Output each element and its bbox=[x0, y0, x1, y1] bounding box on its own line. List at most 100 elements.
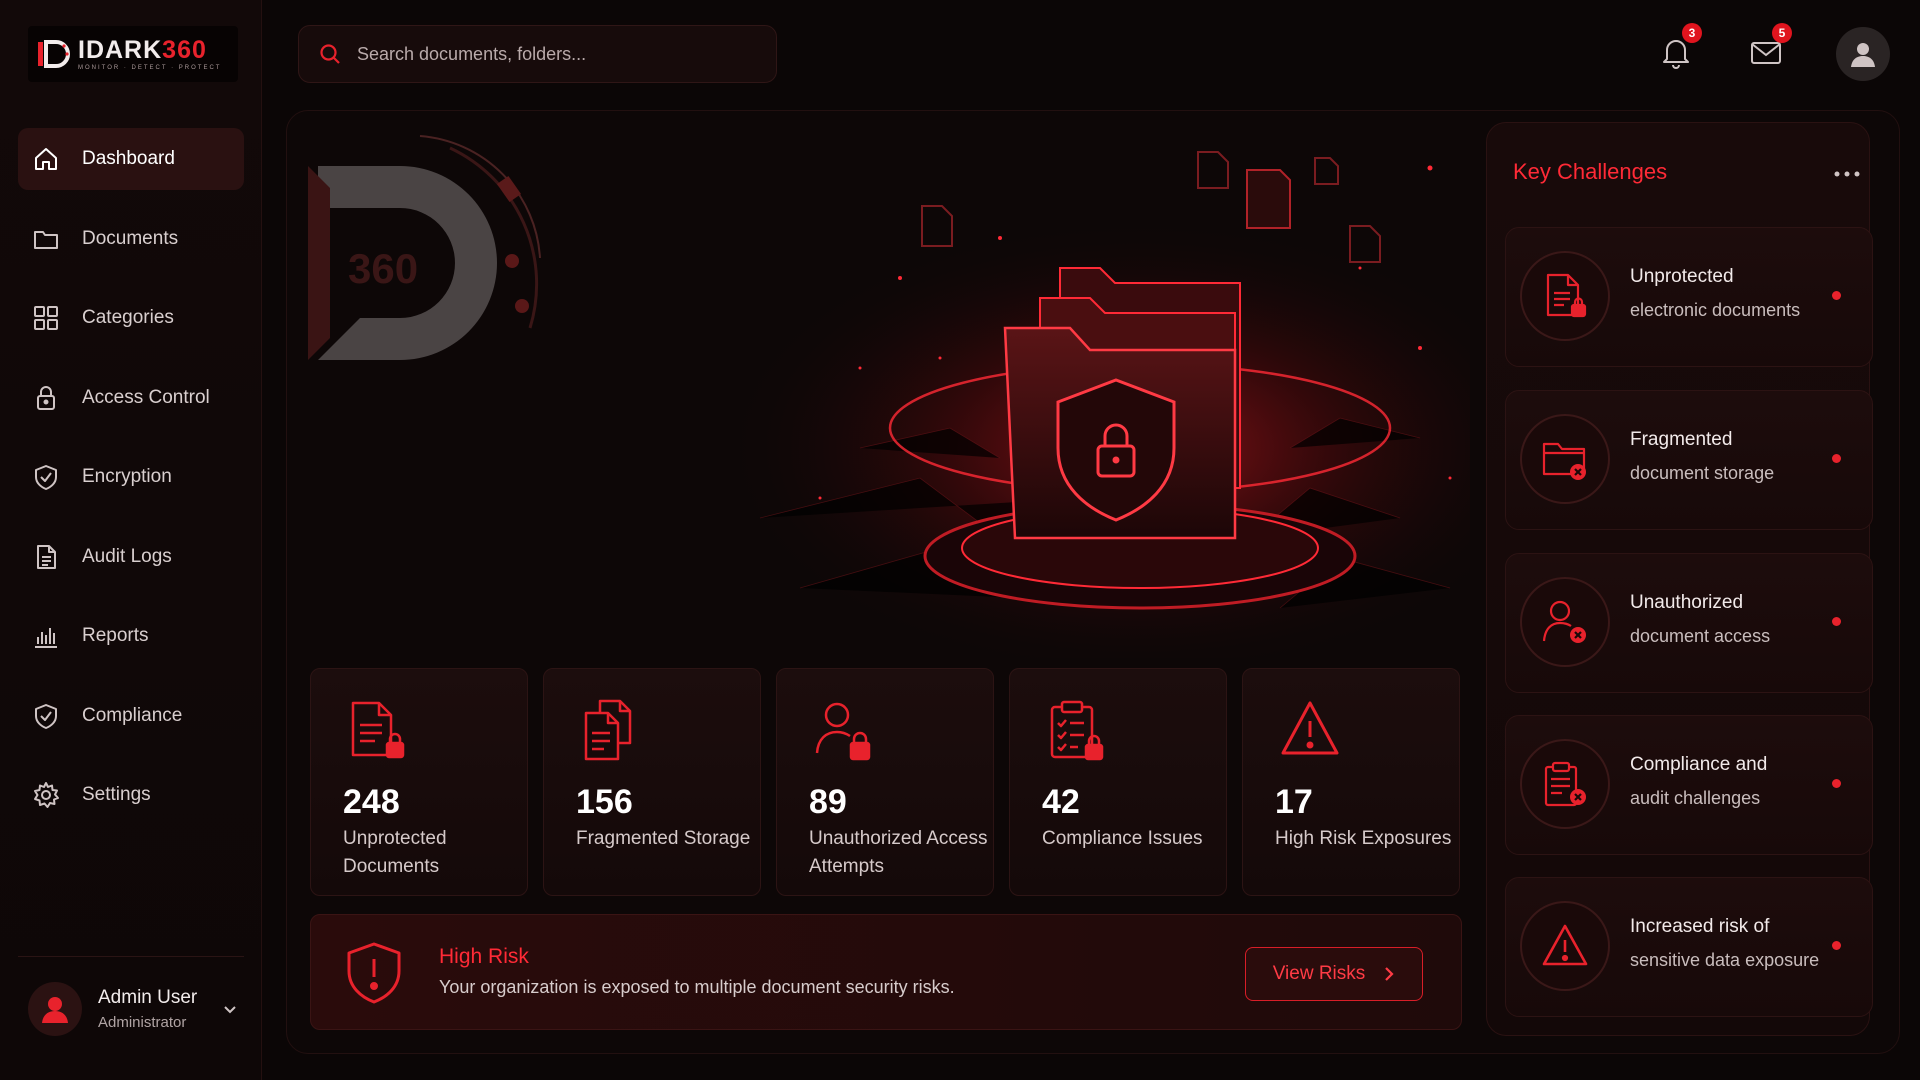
sidebar-item-label: Audit Logs bbox=[82, 545, 172, 567]
view-risks-label: View Risks bbox=[1272, 963, 1366, 984]
lock-icon bbox=[32, 384, 60, 412]
home-icon bbox=[32, 145, 60, 173]
hero-illustration: 360 bbox=[300, 118, 1470, 658]
risk-title: High Risk bbox=[439, 945, 529, 968]
user-name: Admin User bbox=[98, 987, 198, 1008]
challenge-item[interactable]: Unprotected electronic documents bbox=[1505, 227, 1873, 367]
challenge-item[interactable]: Compliance and audit challenges bbox=[1505, 715, 1873, 855]
user-lock-icon bbox=[815, 702, 871, 761]
warning-icon bbox=[1281, 701, 1339, 755]
status-dot bbox=[1832, 941, 1841, 950]
risk-alert-banner: High Risk Your organization is exposed t… bbox=[310, 914, 1462, 1030]
search-icon bbox=[320, 44, 340, 64]
sidebar: IDARK360 MONITOR · DETECT · PROTECT Dash… bbox=[0, 0, 262, 1080]
bar-chart-icon bbox=[32, 622, 60, 650]
stat-card-compliance[interactable]: 42 Compliance Issues bbox=[1009, 668, 1227, 896]
sidebar-item-access-control[interactable]: Access Control bbox=[18, 367, 244, 429]
folder-x-icon bbox=[1542, 442, 1586, 480]
status-dot bbox=[1832, 291, 1841, 300]
profile-avatar[interactable] bbox=[1836, 27, 1890, 81]
challenge-title: Compliance and bbox=[1630, 754, 1768, 775]
d360-brand-mark: 360 bbox=[308, 135, 541, 360]
more-options-icon[interactable] bbox=[1833, 169, 1861, 179]
challenge-subtitle: sensitive data exposure bbox=[1630, 950, 1820, 970]
sidebar-item-settings[interactable]: Settings bbox=[18, 764, 244, 826]
sidebar-item-audit-logs[interactable]: Audit Logs bbox=[18, 526, 244, 588]
stat-label: Compliance Issues bbox=[1042, 828, 1203, 849]
gear-icon bbox=[32, 781, 60, 809]
sidebar-item-label: Settings bbox=[82, 784, 151, 805]
sidebar-item-label: Encryption bbox=[82, 466, 172, 487]
stat-value: 17 bbox=[1275, 783, 1313, 821]
logo-text-accent: 360 bbox=[162, 36, 207, 64]
sidebar-item-compliance[interactable]: Compliance bbox=[18, 685, 244, 747]
sidebar-item-label: Reports bbox=[82, 625, 149, 646]
sidebar-divider bbox=[18, 956, 244, 957]
clipboard-x-icon bbox=[1544, 761, 1586, 807]
challenge-item[interactable]: Increased risk of sensitive data exposur… bbox=[1505, 877, 1873, 1017]
sidebar-item-label: Documents bbox=[82, 227, 179, 249]
sidebar-item-label: Compliance bbox=[82, 704, 183, 726]
app-logo[interactable]: IDARK360 MONITOR · DETECT · PROTECT bbox=[28, 26, 238, 82]
key-challenges-title: Key Challenges bbox=[1513, 159, 1668, 184]
stat-label: High Risk Exposures bbox=[1275, 828, 1452, 849]
stat-value: 89 bbox=[809, 783, 847, 821]
challenge-title: Unprotected bbox=[1630, 266, 1734, 287]
stat-card-unprotected[interactable]: 248 Unprotected Documents bbox=[310, 668, 528, 896]
sidebar-item-encryption[interactable]: Encryption bbox=[18, 446, 244, 508]
documents-stack-icon bbox=[584, 699, 632, 761]
sidebar-item-label: Access Control bbox=[82, 386, 210, 408]
user-avatar-icon bbox=[1851, 43, 1875, 67]
status-dot bbox=[1832, 617, 1841, 626]
grid-icon bbox=[32, 304, 60, 332]
challenge-title: Increased risk of bbox=[1630, 916, 1770, 937]
sidebar-item-label: Dashboard bbox=[82, 148, 175, 169]
search-bar[interactable] bbox=[298, 25, 777, 83]
stat-label: Fragmented Storage bbox=[576, 828, 751, 849]
stat-card-high-risk[interactable]: 17 High Risk Exposures bbox=[1242, 668, 1460, 896]
sidebar-nav: Dashboard Documents Categories Access Co… bbox=[18, 128, 244, 844]
messages-button[interactable]: 5 bbox=[1746, 23, 1792, 72]
challenge-title: Fragmented bbox=[1630, 429, 1733, 450]
stat-label: Unprotected Documents bbox=[343, 828, 447, 877]
challenge-icon bbox=[1520, 414, 1610, 504]
challenge-subtitle: audit challenges bbox=[1630, 788, 1761, 808]
messages-badge: 5 bbox=[1772, 23, 1792, 43]
view-risks-button[interactable]: View Risks bbox=[1245, 947, 1423, 1001]
warning-icon bbox=[1542, 924, 1588, 966]
challenge-title: Unauthorized bbox=[1630, 592, 1744, 613]
challenge-item[interactable]: Unauthorized document access bbox=[1505, 553, 1873, 693]
notifications-button[interactable]: 3 bbox=[1656, 23, 1702, 72]
key-challenges-panel: Key Challenges Unprotected electronic do… bbox=[1486, 122, 1873, 1036]
challenge-item[interactable]: Fragmented document storage bbox=[1505, 390, 1873, 530]
stat-value: 248 bbox=[343, 783, 400, 821]
clipboard-lock-icon bbox=[1050, 700, 1104, 761]
challenge-subtitle: electronic documents bbox=[1630, 300, 1801, 320]
user-x-icon bbox=[1542, 600, 1586, 643]
logo-text-primary: IDARK bbox=[78, 36, 163, 64]
user-icon bbox=[42, 997, 68, 1023]
status-dot bbox=[1832, 779, 1841, 788]
stat-card-unauthorized[interactable]: 89 Unauthorized Access Attempts bbox=[776, 668, 994, 896]
shield-check-icon bbox=[32, 463, 60, 491]
sidebar-item-documents[interactable]: Documents bbox=[18, 208, 244, 270]
folder-icon bbox=[32, 225, 60, 253]
chevron-down-icon[interactable] bbox=[221, 1000, 239, 1018]
user-role: Administrator bbox=[98, 1014, 187, 1031]
sidebar-item-reports[interactable]: Reports bbox=[18, 605, 244, 667]
sidebar-item-categories[interactable]: Categories bbox=[18, 287, 244, 349]
search-input[interactable] bbox=[357, 43, 757, 65]
user-menu[interactable]: Admin User Administrator bbox=[28, 980, 248, 1038]
sidebar-item-dashboard[interactable]: Dashboard bbox=[18, 128, 244, 190]
chevron-right-icon bbox=[1385, 967, 1394, 981]
document-lock-icon bbox=[1546, 273, 1587, 318]
avatar bbox=[28, 982, 82, 1036]
stat-value: 42 bbox=[1042, 783, 1080, 821]
challenge-icon bbox=[1520, 739, 1610, 829]
shield-check-icon bbox=[32, 702, 60, 730]
challenge-icon bbox=[1520, 251, 1610, 341]
stat-card-fragmented[interactable]: 156 Fragmented Storage bbox=[543, 668, 761, 896]
document-lock-icon bbox=[351, 701, 405, 759]
sidebar-item-label: Categories bbox=[82, 307, 174, 328]
stat-label: Unauthorized Access Attempts bbox=[809, 828, 988, 877]
